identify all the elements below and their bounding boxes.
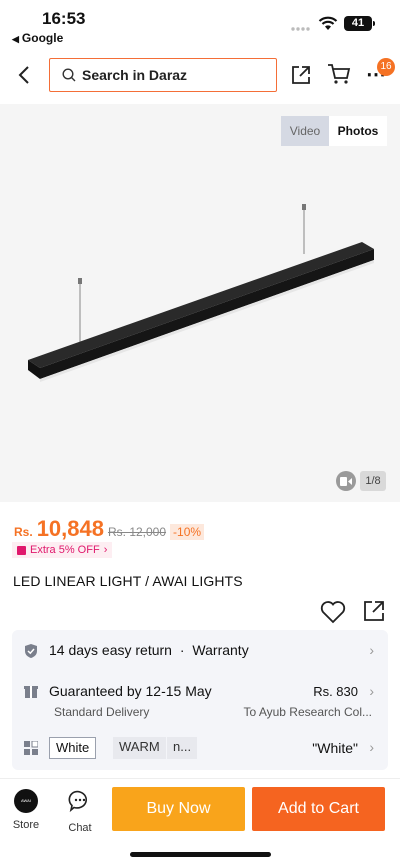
warranty-label: Warranty	[192, 642, 249, 658]
chevron-right-icon: ›	[369, 739, 374, 755]
chat-icon	[68, 790, 87, 813]
search-placeholder: Search in Daraz	[82, 67, 188, 83]
cart-icon[interactable]	[327, 63, 351, 85]
video-play-icon[interactable]	[336, 471, 356, 491]
store-button[interactable]: AWAI Store	[10, 789, 42, 831]
delivery-price: Rs. 830	[313, 684, 358, 699]
store-logo-icon: AWAI	[14, 789, 38, 813]
back-app-label: Google	[21, 31, 64, 45]
service-card: 14 days easy return · Warranty › Guarant…	[12, 630, 388, 770]
currency-label: Rs.	[14, 525, 33, 539]
search-input[interactable]: Search in Daraz	[49, 58, 277, 92]
home-indicator	[130, 852, 271, 857]
chat-label: Chat	[68, 822, 92, 834]
separator-dot: ·	[179, 642, 185, 658]
return-label: 14 days easy return	[49, 642, 172, 658]
delivery-type: Standard Delivery	[54, 705, 150, 719]
signal-icon	[291, 27, 310, 31]
tab-video[interactable]: Video	[281, 116, 329, 146]
chevron-right-icon: ›	[369, 683, 374, 699]
buy-now-button[interactable]: Buy Now	[112, 787, 245, 831]
image-count: 1/8	[360, 471, 386, 491]
clock: 16:53	[42, 9, 86, 28]
heart-icon[interactable]	[320, 600, 346, 624]
chat-button[interactable]: Chat	[64, 789, 96, 834]
chevron-right-icon: ›	[103, 544, 108, 556]
product-image	[28, 204, 374, 382]
search-icon	[62, 68, 76, 82]
share-icon[interactable]	[362, 599, 386, 623]
variant-chip-more[interactable]: n...	[167, 737, 198, 759]
notification-badge: 16	[377, 58, 395, 76]
media-toggle: Video Photos	[281, 116, 387, 146]
gift-icon	[17, 545, 26, 555]
status-bar: 16:53 ◀ Google 41	[0, 0, 400, 48]
product-gallery[interactable]: Video Photos 1/8	[0, 104, 400, 502]
chevron-right-icon: ›	[369, 642, 374, 658]
selected-variant: "White"	[312, 740, 358, 756]
variant-chip-white[interactable]: White	[49, 737, 97, 759]
back-to-app-link[interactable]: ◀ Google	[12, 31, 63, 45]
image-counter: 1/8	[336, 471, 386, 491]
original-price: Rs. 12,000	[107, 525, 167, 539]
delivery-box-icon	[24, 686, 38, 698]
shield-icon	[25, 644, 37, 658]
back-triangle-icon: ◀	[12, 34, 19, 44]
price-row: Rs. 10,848 Rs. 12,000 -10%	[14, 516, 205, 542]
store-label: Store	[12, 819, 40, 831]
tab-photos[interactable]: Photos	[329, 116, 387, 146]
variant-chip-warm[interactable]: WARM	[113, 737, 166, 759]
return-warranty-text: 14 days easy return · Warranty	[49, 642, 249, 658]
delivery-label: Guaranteed by 12-15 May	[49, 683, 212, 699]
discount-badge: -10%	[170, 524, 205, 540]
extra-offer-badge[interactable]: Extra 5% OFF ›	[12, 542, 113, 558]
battery-icon: 41	[344, 16, 375, 31]
delivery-destination: To Ayub Research Col...	[243, 705, 372, 719]
extra-offer-label: Extra 5% OFF	[30, 544, 100, 556]
top-nav: Search in Daraz ⋯ 16	[0, 48, 400, 104]
share-icon[interactable]	[290, 64, 312, 86]
current-price: 10,848	[36, 516, 104, 541]
wifi-icon	[318, 16, 338, 30]
add-to-cart-button[interactable]: Add to Cart	[252, 787, 385, 831]
product-title: LED LINEAR LIGHT / AWAI LIGHTS	[13, 573, 243, 589]
back-arrow-icon[interactable]	[14, 64, 36, 86]
grid-icon	[24, 741, 38, 755]
